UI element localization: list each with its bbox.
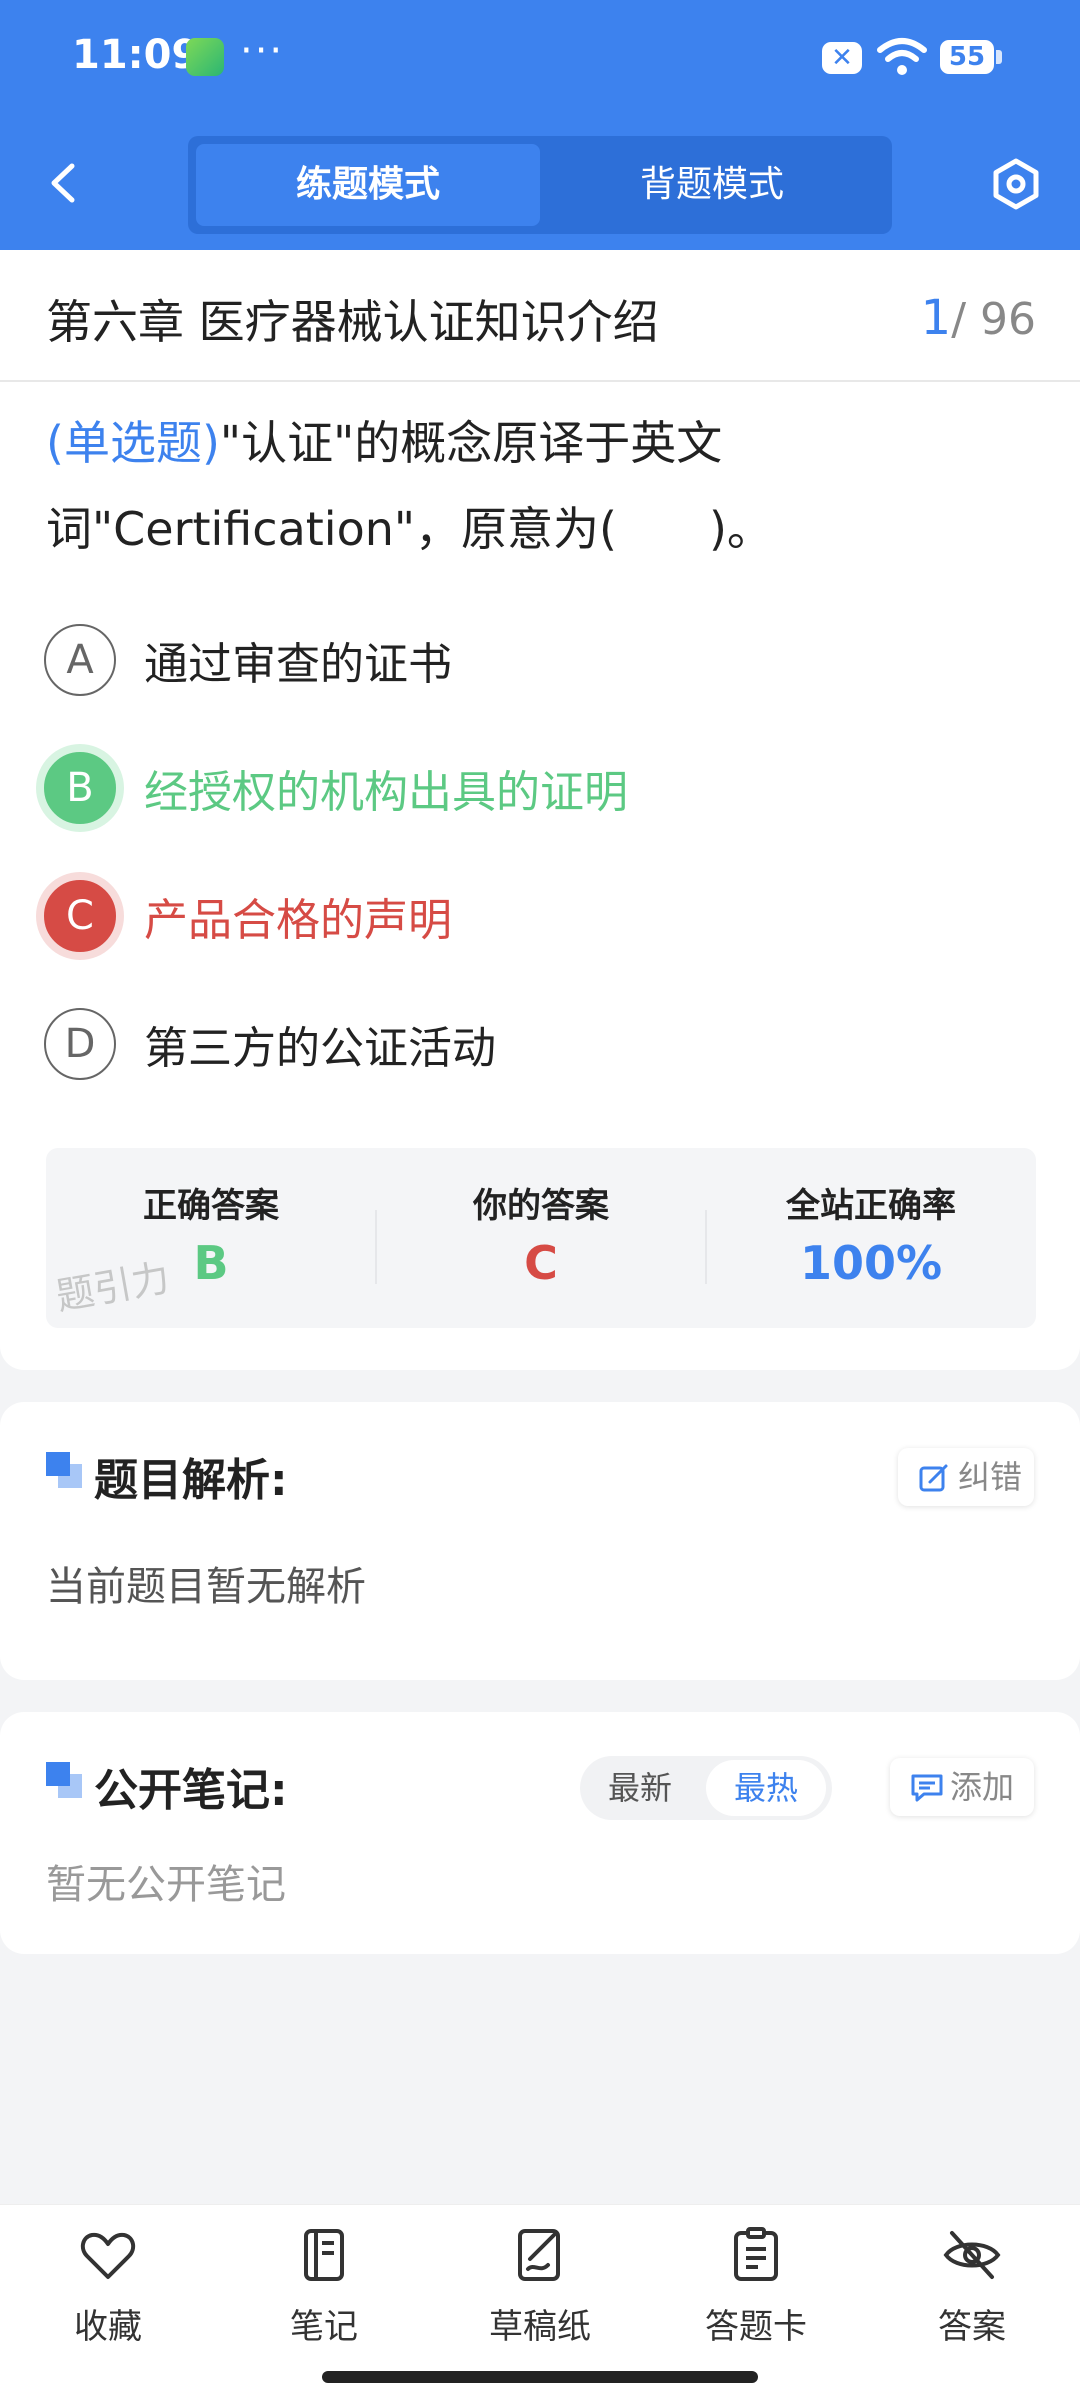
question-type: (单选题) <box>46 416 220 470</box>
status-time: 11:09 <box>72 32 200 78</box>
close-badge-icon: ✕ <box>822 42 862 74</box>
answer-summary: 正确答案 B 你的答案 C 全站正确率 100% 题引力 <box>46 1148 1036 1328</box>
clipboard-icon <box>734 2227 778 2281</box>
notes-sort-toggle: 最新 最热 <box>580 1756 832 1820</box>
analysis-card: 题目解析: 纠错 当前题目暂无解析 <box>0 1402 1080 1680</box>
nav-favorite-label: 收藏 <box>74 2307 142 2347</box>
public-notes-card: 公开笔记: 最新 最热 添加 暂无公开笔记 <box>0 1712 1080 1954</box>
settings-hexagon-icon[interactable] <box>988 156 1044 212</box>
bottom-toolbar: 收藏 笔记 草稿纸 答题卡 答案 <box>0 2204 1080 2401</box>
battery-icon: 55 <box>940 40 1002 74</box>
nav-show-answer[interactable]: 答案 <box>872 2225 1072 2365</box>
status-bar: 11:09 ··· ✕ 55 <box>0 0 1080 118</box>
tab-memorize-mode[interactable]: 背题模式 <box>540 144 884 226</box>
your-answer-label: 你的答案 <box>473 1186 609 1226</box>
nav-answer-sheet[interactable]: 答题卡 <box>656 2225 856 2365</box>
section-square-icon <box>46 1762 82 1798</box>
tab-practice-mode[interactable]: 练题模式 <box>196 144 540 226</box>
more-notifications-icon: ··· <box>240 28 285 74</box>
your-answer-value: C <box>524 1236 558 1290</box>
progress-total: / 96 <box>951 294 1036 345</box>
nav-show-answer-label: 答案 <box>938 2307 1006 2347</box>
option-letter: C <box>44 880 116 952</box>
app-notification-icon <box>186 38 224 76</box>
nav-favorite[interactable]: 收藏 <box>8 2225 208 2365</box>
option-letter: B <box>44 752 116 824</box>
nav-answer-sheet-label: 答题卡 <box>705 2307 807 2347</box>
analysis-title: 题目解析: <box>94 1455 288 1506</box>
progress-current: 1 <box>920 290 952 346</box>
home-indicator[interactable] <box>322 2371 758 2383</box>
nav-notes-label: 笔记 <box>290 2307 358 2347</box>
add-note-label: 添加 <box>950 1768 1015 1806</box>
option-text: 第三方的公证活动 <box>144 1023 496 1074</box>
option-b[interactable]: B 经授权的机构出具的证明 <box>44 748 1044 828</box>
correct-answer-label: 正确答案 <box>143 1186 279 1226</box>
header: 练题模式 背题模式 <box>0 118 1080 250</box>
site-accuracy-value: 100% <box>799 1236 943 1290</box>
option-a[interactable]: A 通过审查的证书 <box>44 620 1044 700</box>
question-progress: 1/ 96 <box>921 290 1036 346</box>
chapter-title: 第六章 医疗器械认证知识介绍 <box>46 295 659 349</box>
analysis-body: 当前题目暂无解析 <box>46 1564 366 1610</box>
nav-draft[interactable]: 草稿纸 <box>440 2225 640 2365</box>
option-c[interactable]: C 产品合格的声明 <box>44 876 1044 956</box>
draft-icon <box>518 2229 560 2281</box>
wifi-icon <box>877 38 927 75</box>
site-accuracy-label: 全站正确率 <box>786 1186 956 1226</box>
nav-draft-label: 草稿纸 <box>489 2307 591 2347</box>
notes-empty-text: 暂无公开笔记 <box>46 1862 286 1908</box>
option-letter: A <box>44 624 116 696</box>
option-text: 产品合格的声明 <box>144 895 452 946</box>
back-arrow-icon[interactable] <box>40 158 90 208</box>
comment-icon <box>911 1774 943 1802</box>
option-letter: D <box>44 1008 116 1080</box>
option-text: 经授权的机构出具的证明 <box>144 767 628 818</box>
notes-title: 公开笔记: <box>94 1765 288 1816</box>
sort-hottest[interactable]: 最热 <box>706 1760 826 1816</box>
sort-latest[interactable]: 最新 <box>580 1756 700 1820</box>
option-text: 通过审查的证书 <box>144 639 452 690</box>
question-text: (单选题)"认证"的概念原译于英文词"Certification"，原意为( )… <box>46 400 776 572</box>
notebook-icon <box>304 2229 344 2281</box>
chapter-row: 第六章 医疗器械认证知识介绍 1/ 96 <box>0 250 1080 382</box>
section-square-icon <box>46 1452 82 1488</box>
eye-off-icon <box>943 2231 1001 2279</box>
nav-notes[interactable]: 笔记 <box>224 2225 424 2365</box>
question-card: 第六章 医疗器械认证知识介绍 1/ 96 (单选题)"认证"的概念原译于英文词"… <box>0 250 1080 1370</box>
edit-icon <box>919 1464 948 1492</box>
report-error-label: 纠错 <box>958 1458 1023 1496</box>
add-note-button[interactable]: 添加 <box>890 1758 1034 1816</box>
option-d[interactable]: D 第三方的公证活动 <box>44 1004 1044 1084</box>
report-error-button[interactable]: 纠错 <box>898 1448 1034 1506</box>
site-accuracy-col: 全站正确率 100% <box>706 1148 1036 1328</box>
heart-icon <box>80 2232 136 2279</box>
your-answer-col: 你的答案 C <box>376 1148 706 1328</box>
mode-toggle: 练题模式 背题模式 <box>188 136 892 234</box>
